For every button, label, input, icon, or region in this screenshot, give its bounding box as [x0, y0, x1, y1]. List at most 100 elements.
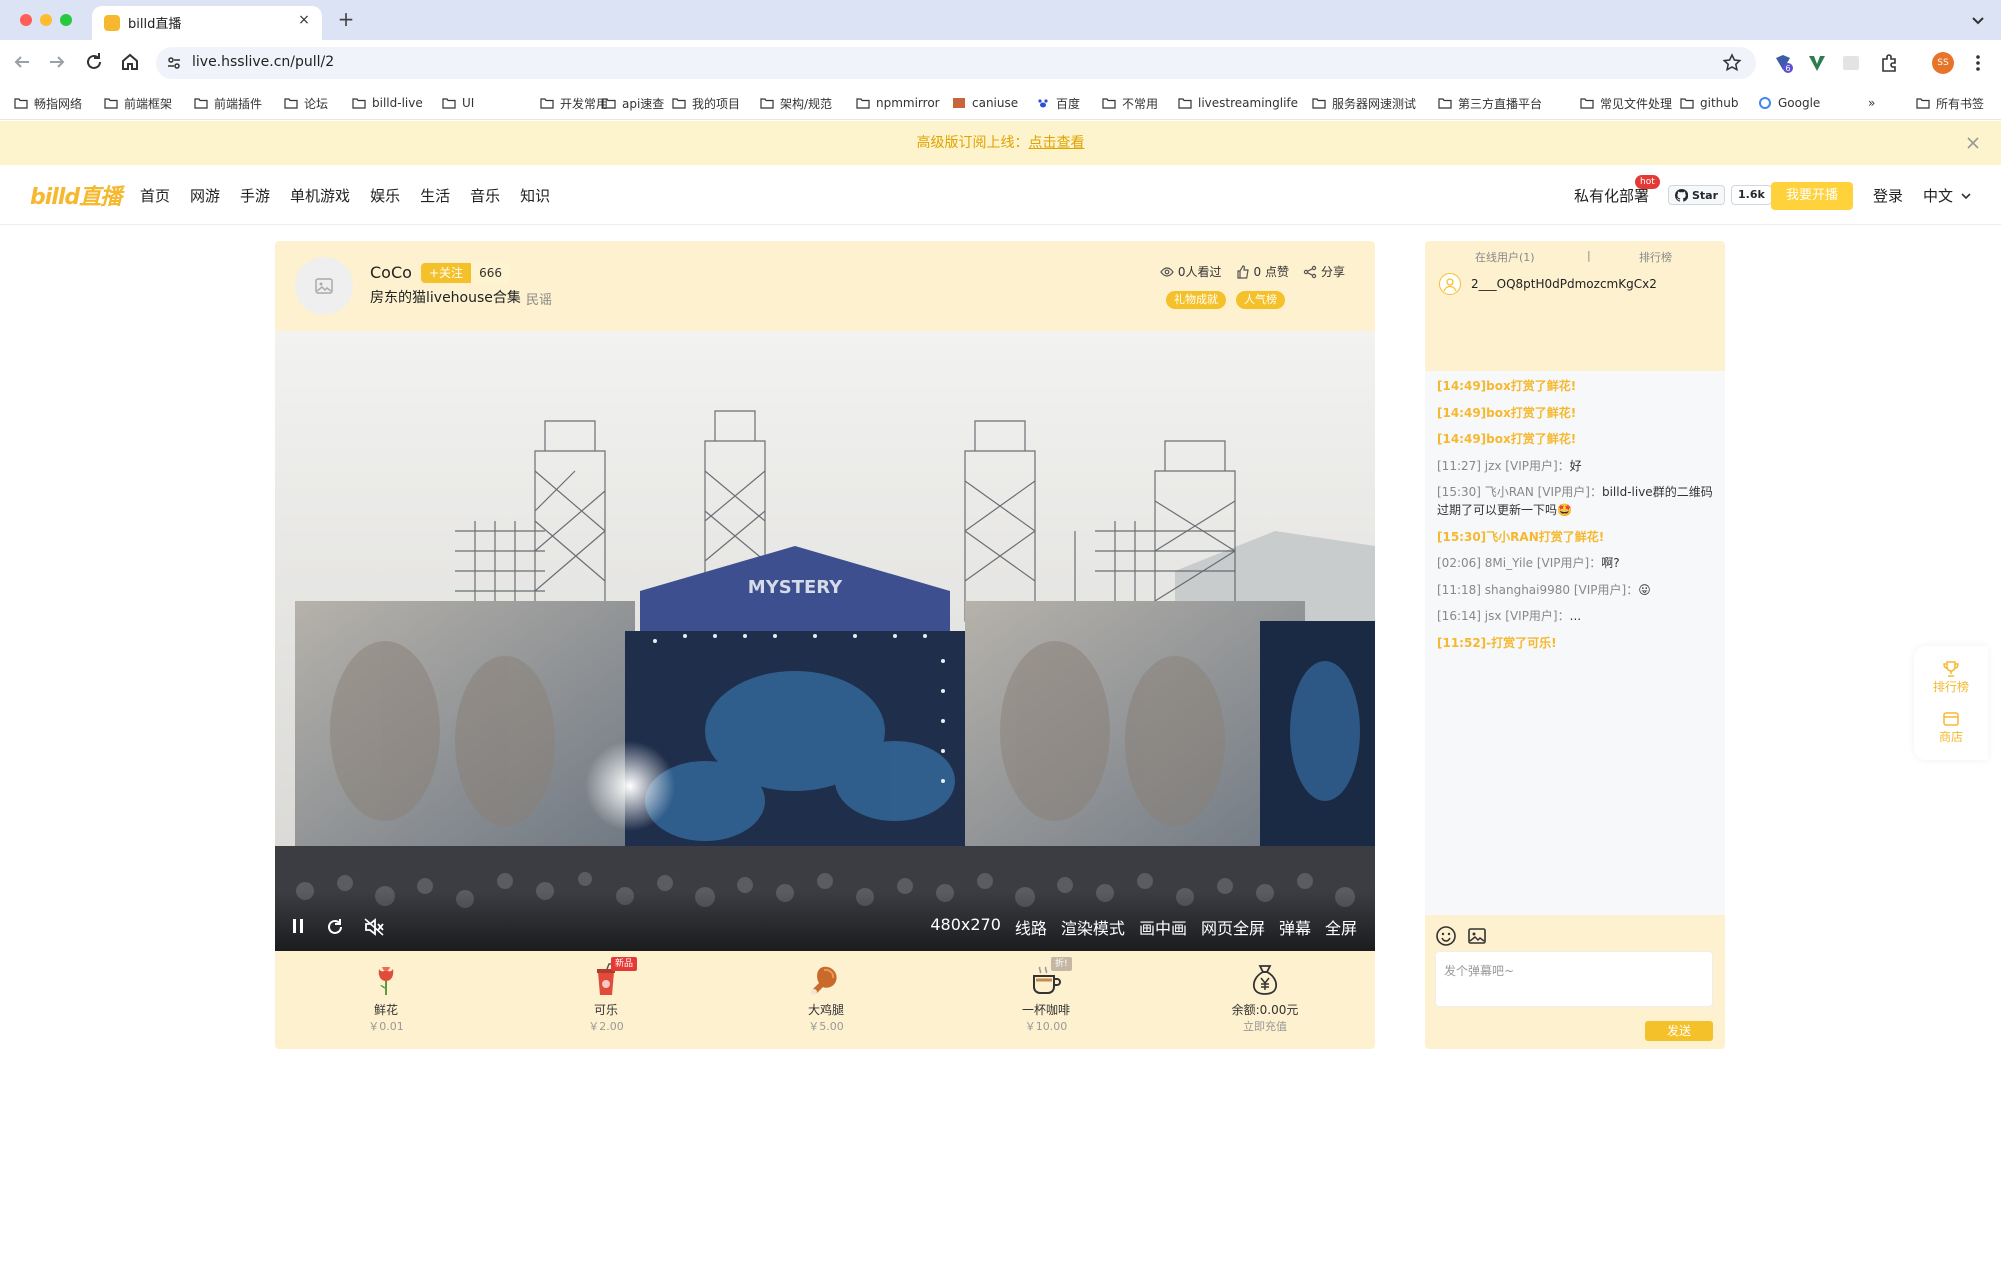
nav-item-single-games[interactable]: 单机游戏 — [290, 185, 350, 206]
tab-close-icon[interactable]: × — [294, 10, 314, 30]
bookmark-item[interactable]: 百度 — [1036, 94, 1080, 112]
chat-message: [14:49]box打赏了鲜花! — [1437, 405, 1577, 420]
picture-in-picture-button[interactable]: 画中画 — [1139, 915, 1187, 939]
window-close-button[interactable] — [20, 14, 32, 26]
back-arrow-icon[interactable] — [10, 50, 34, 74]
bookmark-item[interactable]: UI — [442, 94, 474, 112]
bookmark-item[interactable]: 前端插件 — [194, 94, 262, 112]
bookmark-item[interactable]: 论坛 — [284, 94, 328, 112]
github-star-button[interactable]: Star — [1668, 185, 1726, 205]
gift-item-coffee[interactable]: 折! 一杯咖啡 ￥10.00 — [986, 957, 1106, 1034]
window-maximize-button[interactable] — [60, 14, 72, 26]
floating-rank-button[interactable]: 排行榜 — [1914, 660, 1988, 695]
bookmark-item[interactable]: 架构/规范 — [760, 94, 832, 112]
bookmark-item[interactable]: 我的项目 — [672, 94, 740, 112]
folder-icon — [856, 98, 870, 109]
banner-close-icon[interactable] — [1964, 134, 1982, 152]
danmaku-button[interactable]: 弹幕 — [1279, 915, 1311, 939]
online-user-item[interactable]: 2___OQ8ptH0dPdmozcmKgCx2 — [1439, 273, 1657, 295]
login-link[interactable]: 登录 — [1873, 185, 1903, 206]
pause-icon[interactable] — [289, 917, 307, 935]
web-fullscreen-button[interactable]: 网页全屏 — [1201, 915, 1265, 939]
image-upload-icon[interactable] — [1467, 926, 1487, 946]
bookmark-label: github — [1700, 96, 1739, 110]
kebab-menu-icon[interactable] — [1970, 52, 1986, 74]
refresh-icon[interactable] — [325, 917, 345, 937]
bookmarks-overflow-icon[interactable]: » — [1868, 94, 1875, 112]
site-info-icon[interactable] — [166, 55, 182, 71]
bookmark-item[interactable]: 第三方直播平台 — [1438, 94, 1542, 112]
danmaku-input[interactable]: 发个弹幕吧~ — [1435, 951, 1713, 1007]
floating-shop-button[interactable]: 商店 — [1914, 710, 1988, 745]
tab-search-chevron-icon[interactable] — [1966, 8, 1990, 32]
nav-item-entertainment[interactable]: 娱乐 — [370, 185, 400, 206]
room-category[interactable]: 民谣 — [526, 289, 552, 308]
extension-grid-icon[interactable] — [1840, 52, 1862, 74]
share-button[interactable]: 分享 — [1303, 263, 1345, 280]
bookmark-item[interactable]: Google — [1758, 94, 1820, 112]
gift-item-flower[interactable]: 鲜花 ￥0.01 — [326, 963, 446, 1034]
video-player[interactable]: MYSTERY 480x270 线路 渲染模式 画中画 网页全屏 弹幕 全屏 — [275, 331, 1375, 951]
chat-message: [11:52]-打赏了可乐! — [1437, 635, 1557, 650]
tab-rank[interactable]: 排行榜 — [1639, 249, 1672, 265]
emoji-icon[interactable] — [1435, 925, 1457, 947]
bookmark-item[interactable]: github — [1680, 94, 1738, 112]
github-star-widget[interactable]: Star 1.6k — [1668, 185, 1772, 205]
render-mode-button[interactable]: 渲染模式 — [1061, 915, 1125, 939]
browser-tab-active[interactable]: billd直播 × — [92, 6, 322, 40]
bookmark-item[interactable]: api速查 — [602, 94, 664, 112]
follow-button[interactable]: +关注 — [421, 263, 472, 283]
popularity-rank-badge[interactable]: 人气榜 — [1236, 291, 1285, 309]
bookmark-item[interactable]: 服务器网速测试 — [1312, 94, 1416, 112]
anchor-name[interactable]: CoCo — [370, 263, 412, 282]
bookmark-item[interactable]: 前端框架 — [104, 94, 172, 112]
announcement-link[interactable]: 点击查看 — [1029, 135, 1085, 151]
balance-recharge[interactable]: 余额:0.00元 立即充值 — [1205, 963, 1325, 1034]
extension-shield-icon[interactable]: 6 — [1772, 52, 1794, 74]
gift-achievement-badge[interactable]: 礼物成就 — [1166, 291, 1226, 309]
site-logo[interactable]: billd直播 — [30, 179, 122, 211]
profile-avatar[interactable]: SS — [1932, 52, 1954, 74]
nav-item-online-games[interactable]: 网游 — [190, 185, 220, 206]
new-tab-button[interactable]: + — [334, 8, 358, 32]
anchor-avatar[interactable] — [295, 257, 353, 315]
forward-arrow-icon[interactable] — [45, 50, 69, 74]
start-live-button[interactable]: 我要开播 — [1771, 182, 1853, 210]
line-button[interactable]: 线路 — [1015, 915, 1047, 939]
fullscreen-button[interactable]: 全屏 — [1325, 915, 1357, 939]
github-star-count[interactable]: 1.6k — [1731, 185, 1772, 205]
money-bag-icon — [1248, 963, 1282, 997]
window-minimize-button[interactable] — [40, 14, 52, 26]
follow-widget[interactable]: +关注 666 — [421, 263, 510, 283]
bookmark-item[interactable]: 常见文件处理 — [1580, 94, 1672, 112]
home-icon[interactable] — [118, 50, 142, 74]
bookmark-item[interactable]: caniuse — [952, 94, 1018, 112]
bookmark-item[interactable]: livestreaminglife — [1178, 94, 1298, 112]
gift-item-cola[interactable]: 新品 可乐 ￥2.00 — [546, 957, 666, 1034]
like-button[interactable]: 0 点赞 — [1236, 263, 1289, 280]
reload-icon[interactable] — [82, 50, 106, 74]
recharge-link[interactable]: 立即充值 — [1205, 1018, 1325, 1034]
extension-v-icon[interactable] — [1806, 52, 1828, 74]
bookmark-item[interactable]: npmmirror — [856, 94, 940, 112]
bookmark-item[interactable]: 开发常用 — [540, 94, 608, 112]
nav-item-knowledge[interactable]: 知识 — [520, 185, 550, 206]
gift-item-drumstick[interactable]: 大鸡腿 ￥5.00 — [766, 963, 886, 1034]
bookmark-item[interactable]: 畅指网络 — [14, 94, 82, 112]
nav-item-life[interactable]: 生活 — [420, 185, 450, 206]
tab-online-users[interactable]: 在线用户(1) — [1475, 249, 1535, 265]
all-bookmarks-button[interactable]: 所有书签 — [1916, 94, 1984, 112]
folder-icon — [1102, 98, 1116, 109]
nav-item-mobile-games[interactable]: 手游 — [240, 185, 270, 206]
address-bar[interactable]: live.hsslive.cn/pull/2 — [156, 47, 1756, 79]
nav-item-home[interactable]: 首页 — [140, 185, 170, 206]
nav-item-music[interactable]: 音乐 — [470, 185, 500, 206]
send-button[interactable]: 发送 — [1645, 1021, 1713, 1041]
bookmark-item[interactable]: billd-live — [352, 94, 423, 112]
bookmark-star-icon[interactable] — [1722, 53, 1742, 73]
mute-icon[interactable] — [363, 917, 385, 937]
bookmark-item[interactable]: 不常用 — [1102, 94, 1158, 112]
extensions-puzzle-icon[interactable] — [1878, 52, 1900, 74]
language-select[interactable]: 中文 — [1923, 185, 1973, 206]
resolution-button[interactable]: 480x270 — [930, 915, 1001, 939]
